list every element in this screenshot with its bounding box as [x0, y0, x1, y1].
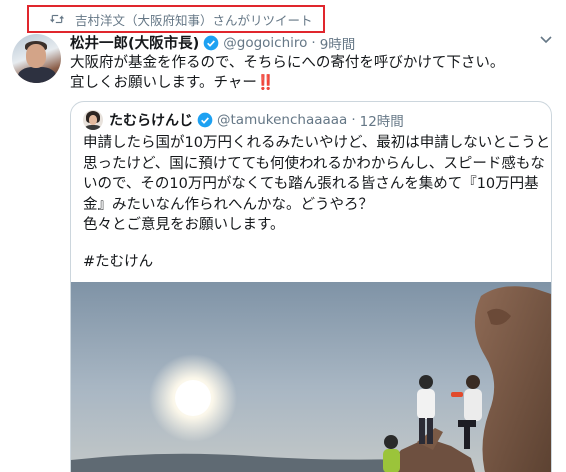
quoted-author-avatar — [83, 110, 103, 130]
quoted-tweet-photo[interactable] — [71, 282, 551, 472]
person-figure — [383, 435, 400, 472]
quoted-text-line: 思ったけど、国に預けてても何使われるかわからんし、スピード感もな — [83, 155, 545, 172]
retweet-label[interactable]: 吉村洋文（大阪府知事）さんがリツイート — [75, 10, 313, 29]
verified-badge-icon — [197, 112, 213, 128]
author-avatar[interactable] — [12, 34, 61, 83]
double-exclamation-emoji: ‼️ — [256, 75, 275, 91]
author-name[interactable]: 松井一郎(大阪市長) — [70, 32, 199, 53]
tweet-text-line: 大阪府が基金を作るので、そちらにへの寄付を呼びかけて下さい。 — [70, 55, 505, 71]
separator-dot: · — [351, 112, 356, 128]
quoted-tweet-card[interactable]: たむらけんじ @tamukenchaaaaa · 12時間 申請したら国が10万… — [70, 101, 552, 472]
chevron-down-icon[interactable] — [538, 32, 554, 48]
quoted-text-line: 色々とご意見をお願いします。 — [83, 217, 285, 233]
verified-badge-icon — [203, 35, 219, 51]
tweet-header: 松井一郎(大阪市長) @gogoichiro · 9時間 — [70, 32, 355, 53]
quoted-tweet-header: たむらけんじ @tamukenchaaaaa · 12時間 — [83, 110, 404, 130]
quoted-tweet-time: 12時間 — [359, 114, 404, 130]
quoted-tweet-text: 申請したら国が10万円くれるみたいやけど、最初は申請しないとこうと 思ったけど、… — [83, 133, 551, 236]
tweet-text: 大阪府が基金を作るので、そちらにへの寄付を呼びかけて下さい。 宜しくお願いします… — [70, 53, 550, 93]
quoted-text-line: 金』みたいなん作られへんかな。どうやろ？ — [83, 196, 373, 213]
separator-dot: · — [311, 34, 316, 51]
tweet-time[interactable]: 9時間 — [320, 33, 356, 53]
author-handle[interactable]: @gogoichiro — [223, 35, 307, 51]
tweet-text-line: 宜しくお願いします。チャー‼️ — [70, 75, 275, 91]
retweet-icon — [49, 11, 65, 27]
quoted-text-line: 申請したら国が10万円くれるみたいやけど、最初は申請しないとこうと — [83, 135, 551, 151]
quoted-author-name: たむらけんじ — [109, 113, 193, 129]
quoted-text-line: いので、その10万円がなくても踏ん張れる皆さんを集めて『10万円基 — [83, 176, 539, 192]
hashtag[interactable]: #たむけん — [83, 250, 153, 271]
quoted-author-handle: @tamukenchaaaaa — [217, 112, 348, 128]
retweet-banner[interactable]: 吉村洋文（大阪府知事）さんがリツイート — [27, 5, 325, 33]
